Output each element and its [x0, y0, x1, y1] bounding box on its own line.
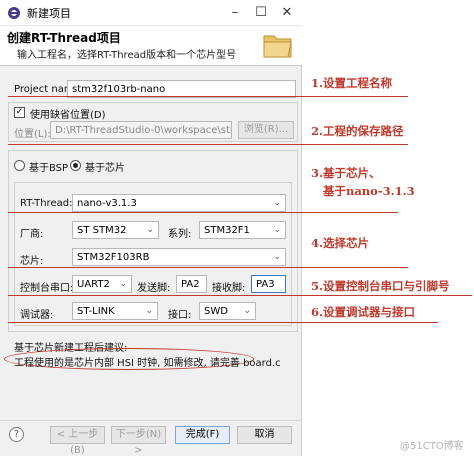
annotation-line-5	[8, 295, 472, 296]
debugger-label: 调试器:	[20, 310, 54, 321]
watermark: @51CTO博客	[400, 441, 464, 452]
folder-icon	[262, 30, 294, 60]
vendor-label: 厂商:	[20, 229, 44, 240]
chevron-down-icon: ⌄	[243, 306, 251, 316]
rtthread-version-select[interactable]: nano-v3.1.3 ⌄	[72, 194, 286, 212]
series-label: 系列:	[168, 229, 192, 240]
annotation-3: 3.基于芯片、	[311, 166, 381, 180]
wizard-header: 创建RT-Thread项目 输入工程名，选择RT-Thread版本和一个芯片型号	[0, 26, 302, 66]
chip-label: 芯片:	[20, 256, 44, 267]
chip-select[interactable]: STM32F103RB ⌄	[72, 248, 286, 266]
location-label: 位置(L):	[14, 129, 51, 140]
rtthread-version-value: nano-v3.1.3	[77, 198, 137, 209]
vendor-value: ST STM32	[77, 225, 127, 236]
console-serial-value: UART2	[77, 279, 110, 290]
bsp-radio-label: 基于BSP	[29, 163, 69, 174]
chevron-down-icon: ⌄	[119, 279, 127, 289]
debugger-select[interactable]: ST-LINK ⌄	[72, 302, 158, 320]
location-input[interactable]: D:\RT-ThreadStudio-0\workspace\stm32f103	[50, 121, 232, 139]
bsp-radio[interactable]	[14, 160, 25, 171]
series-select[interactable]: STM32F1 ⌄	[199, 221, 286, 239]
annotation-1: 1.设置工程名称	[311, 76, 393, 90]
eclipse-icon	[7, 6, 21, 20]
chevron-down-icon: ⌄	[145, 306, 153, 316]
page-description: 输入工程名，选择RT-Thread版本和一个芯片型号	[17, 50, 237, 61]
chevron-down-icon: ⌄	[273, 252, 281, 262]
next-button[interactable]: 下一步(N) >	[111, 426, 166, 456]
cancel-button[interactable]: 取消	[237, 426, 292, 444]
debugger-value: ST-LINK	[77, 306, 115, 317]
close-button[interactable]: ✕	[274, 3, 300, 23]
window-title: 新建项目	[27, 7, 71, 20]
use-default-location-checkbox[interactable]: ✓	[14, 107, 25, 118]
chip-value: STM32F103RB	[77, 252, 150, 263]
help-button[interactable]: ?	[9, 427, 24, 442]
chip-radio-label: 基于芯片	[85, 163, 125, 174]
chevron-down-icon: ⌄	[273, 198, 281, 208]
finish-button[interactable]: 完成(F)	[175, 426, 230, 444]
use-default-location-label: 使用缺省位置(D)	[30, 110, 106, 121]
page-title: 创建RT-Thread项目	[7, 31, 121, 45]
title-bar: 新建项目 – ☐ ✕	[0, 0, 302, 26]
chip-radio[interactable]	[70, 160, 81, 171]
tx-pin-input[interactable]: PA2	[176, 275, 207, 293]
rx-pin-label: 接收脚:	[212, 283, 246, 294]
rx-pin-input[interactable]: PA3	[251, 275, 286, 293]
interface-select[interactable]: SWD ⌄	[199, 302, 256, 320]
maximize-button[interactable]: ☐	[248, 3, 274, 23]
annotation-4: 4.选择芯片	[311, 236, 370, 250]
interface-value: SWD	[204, 306, 228, 317]
annotation-line-3	[8, 212, 398, 213]
vendor-select[interactable]: ST STM32 ⌄	[72, 221, 159, 239]
series-value: STM32F1	[204, 225, 250, 236]
chevron-down-icon: ⌄	[146, 225, 154, 235]
annotation-line-1	[8, 96, 408, 97]
annotation-line-6	[8, 322, 438, 323]
rtthread-label: RT-Thread:	[20, 198, 73, 209]
annotation-5: 5.设置控制台串口与引脚号	[311, 279, 450, 293]
annotation-6: 6.设置调试器与接口	[311, 305, 416, 319]
annotation-3b: 基于nano-3.1.3	[323, 184, 415, 198]
interface-label: 接口:	[168, 310, 192, 321]
back-button[interactable]: < 上一步(B)	[50, 426, 105, 456]
tx-pin-label: 发送脚:	[137, 283, 171, 294]
console-serial-label: 控制台串口:	[20, 283, 74, 294]
annotation-line-2	[8, 144, 408, 145]
chevron-down-icon: ⌄	[273, 225, 281, 235]
minimize-button[interactable]: –	[222, 3, 248, 23]
console-serial-select[interactable]: UART2 ⌄	[72, 275, 132, 293]
annotation-2: 2.工程的保存路径	[311, 124, 404, 138]
footer-divider	[0, 420, 302, 421]
advice-text: 工程使用的是芯片内部 HSI 时钟, 如需修改, 请完善 board.c	[14, 358, 281, 369]
browse-button[interactable]: 浏览(R)...	[238, 121, 294, 139]
annotation-line-4	[8, 267, 408, 268]
